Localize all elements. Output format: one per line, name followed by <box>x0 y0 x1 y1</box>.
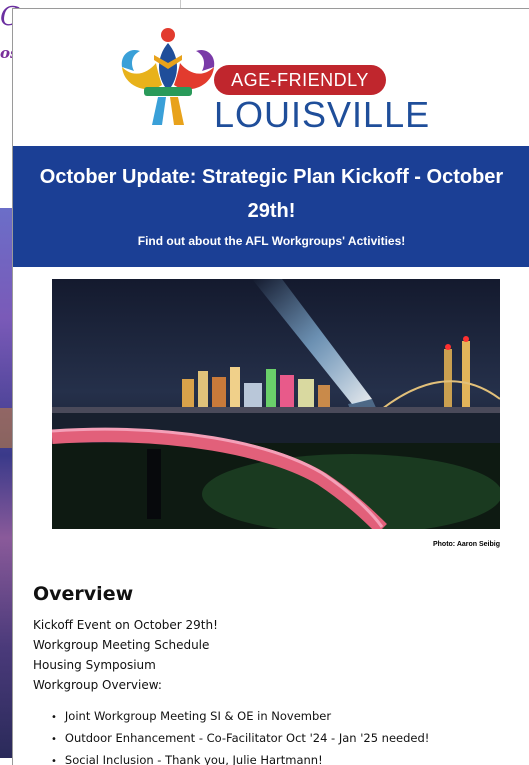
overview-heading: Overview <box>33 583 134 605</box>
photo-credit: Photo: Aaron Seibig <box>432 541 500 548</box>
overview-link[interactable]: Workgroup Meeting Schedule <box>33 635 218 655</box>
overview-link[interactable]: Housing Symposium <box>33 655 218 675</box>
header-banner: October Update: Strategic Plan Kickoff -… <box>13 146 529 267</box>
logo-louisville-text: LOUISVILLE <box>214 94 431 135</box>
workgroup-bullet-list: Joint Workgroup Meeting SI & OE in Novem… <box>51 706 430 765</box>
list-item[interactable]: Social Inclusion - Thank you, Julie Hart… <box>51 750 429 765</box>
overview-link[interactable]: Kickoff Event on October 29th! <box>33 615 218 635</box>
list-item[interactable]: Outdoor Enhancement - Co-Facilitator Oct… <box>51 728 430 750</box>
overview-link[interactable]: Workgroup Overview: <box>33 675 218 695</box>
banner-subtitle: Find out about the AFL Workgroups' Activ… <box>137 234 406 248</box>
banner-title: October Update: Strategic Plan Kickoff -… <box>39 166 504 222</box>
overview-links: Kickoff Event on October 29th! Workgroup… <box>33 615 218 695</box>
fleur-de-lis-person-icon <box>121 28 215 125</box>
email-document: AGE-FRIENDLY LOUISVILLE October Update: … <box>12 8 529 765</box>
louisville-skyline-photo <box>52 279 500 529</box>
age-friendly-louisville-logo: AGE-FRIENDLY LOUISVILLE <box>118 25 431 135</box>
logo-age-friendly-text: AGE-FRIENDLY <box>214 65 386 95</box>
list-item[interactable]: Joint Workgroup Meeting SI & OE in Novem… <box>51 706 429 728</box>
